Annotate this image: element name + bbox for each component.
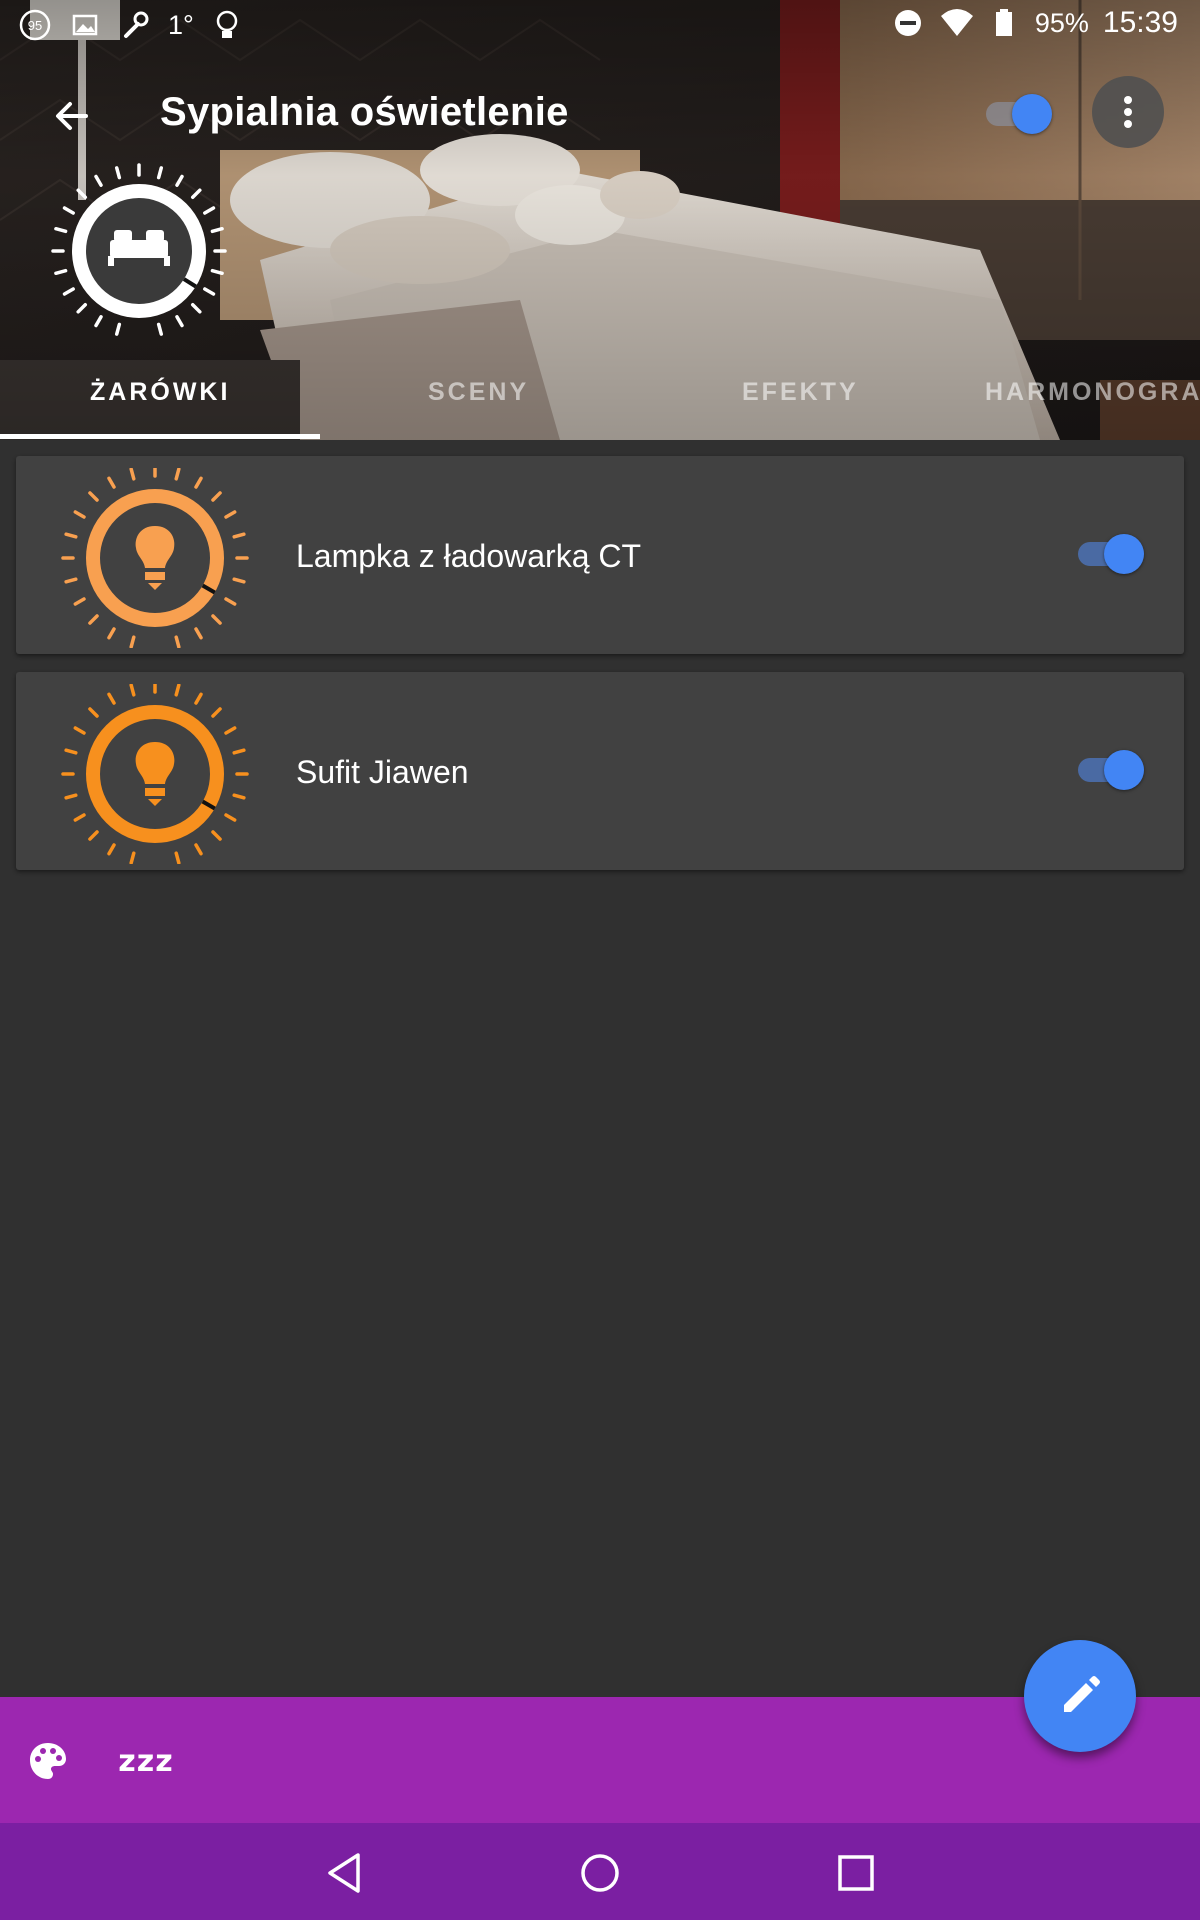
nav-home-button[interactable] bbox=[570, 1845, 630, 1901]
status-bar: 95 1° 95% 15:39 bbox=[0, 0, 1200, 50]
tab-schedule[interactable]: HARMONOGRA bbox=[985, 378, 1200, 407]
toggle-thumb bbox=[1104, 750, 1144, 790]
edit-fab-button[interactable] bbox=[1024, 1640, 1136, 1752]
back-button[interactable] bbox=[44, 88, 100, 144]
nav-recents-icon bbox=[838, 1855, 874, 1891]
wrench-icon bbox=[118, 8, 152, 42]
edit-pencil-icon bbox=[1064, 1676, 1100, 1712]
page-title: Sypialnia oświetlenie bbox=[160, 90, 569, 134]
do-not-disturb-icon bbox=[891, 6, 925, 40]
sleep-zzz-icon: zzz bbox=[118, 1743, 174, 1779]
light-power-toggle[interactable] bbox=[1078, 748, 1148, 792]
nav-back-icon bbox=[328, 1853, 360, 1893]
palette-button[interactable] bbox=[20, 1733, 76, 1789]
image-icon bbox=[68, 8, 102, 42]
light-power-toggle[interactable] bbox=[1078, 532, 1148, 576]
clock-text: 15:39 bbox=[1102, 6, 1178, 39]
more-options-button[interactable] bbox=[1092, 76, 1164, 148]
light-name: Sufit Jiawen bbox=[296, 754, 469, 790]
notification-count-icon: 95 bbox=[18, 8, 52, 42]
back-arrow-icon bbox=[56, 102, 88, 130]
tab-effects[interactable]: EFEKTY bbox=[742, 378, 859, 407]
toggle-thumb bbox=[1104, 534, 1144, 574]
wifi-icon bbox=[939, 6, 973, 40]
temperature-text: 1° bbox=[168, 9, 194, 40]
bulb-icon bbox=[210, 8, 244, 42]
bottom-action-bar: zzz bbox=[0, 1697, 1200, 1823]
nav-home-icon bbox=[581, 1854, 619, 1892]
light-brightness-dial[interactable] bbox=[60, 464, 250, 649]
room-brightness-dial[interactable] bbox=[44, 156, 234, 346]
light-name: Lampka z ładowarką CT bbox=[296, 538, 642, 574]
nav-back-button[interactable] bbox=[314, 1845, 374, 1901]
system-nav-bar bbox=[0, 1823, 1200, 1920]
more-vert-icon bbox=[1124, 96, 1132, 128]
battery-percent-text: 95% bbox=[1034, 7, 1089, 38]
app-bar: Sypialnia oświetlenie bbox=[0, 70, 1200, 160]
palette-icon bbox=[30, 1743, 66, 1779]
lightbulb-icon bbox=[135, 742, 175, 806]
tab-scenes[interactable]: SCENY bbox=[428, 378, 529, 407]
light-card-sufit[interactable]: Sufit Jiawen bbox=[16, 672, 1184, 870]
light-brightness-dial[interactable] bbox=[60, 680, 250, 865]
lightbulb-icon bbox=[135, 526, 175, 590]
toggle-thumb bbox=[1012, 94, 1052, 134]
light-card-lampka[interactable]: Lampka z ładowarką CT bbox=[16, 456, 1184, 654]
tab-bulbs[interactable]: ŻARÓWKI bbox=[90, 378, 230, 407]
notification-badge-text: 95 bbox=[28, 18, 42, 33]
sleep-button[interactable]: zzz bbox=[118, 1733, 174, 1789]
group-power-toggle[interactable] bbox=[986, 92, 1056, 136]
tab-bar: ŻARÓWKI SCENY EFEKTY HARMONOGRA bbox=[0, 360, 1200, 440]
tab-indicator bbox=[0, 434, 320, 439]
nav-recents-button[interactable] bbox=[826, 1845, 886, 1901]
room-header: 95 1° 95% 15:39 Sypialnia oświetlenie ŻA… bbox=[0, 0, 1200, 440]
battery-icon bbox=[987, 6, 1021, 40]
